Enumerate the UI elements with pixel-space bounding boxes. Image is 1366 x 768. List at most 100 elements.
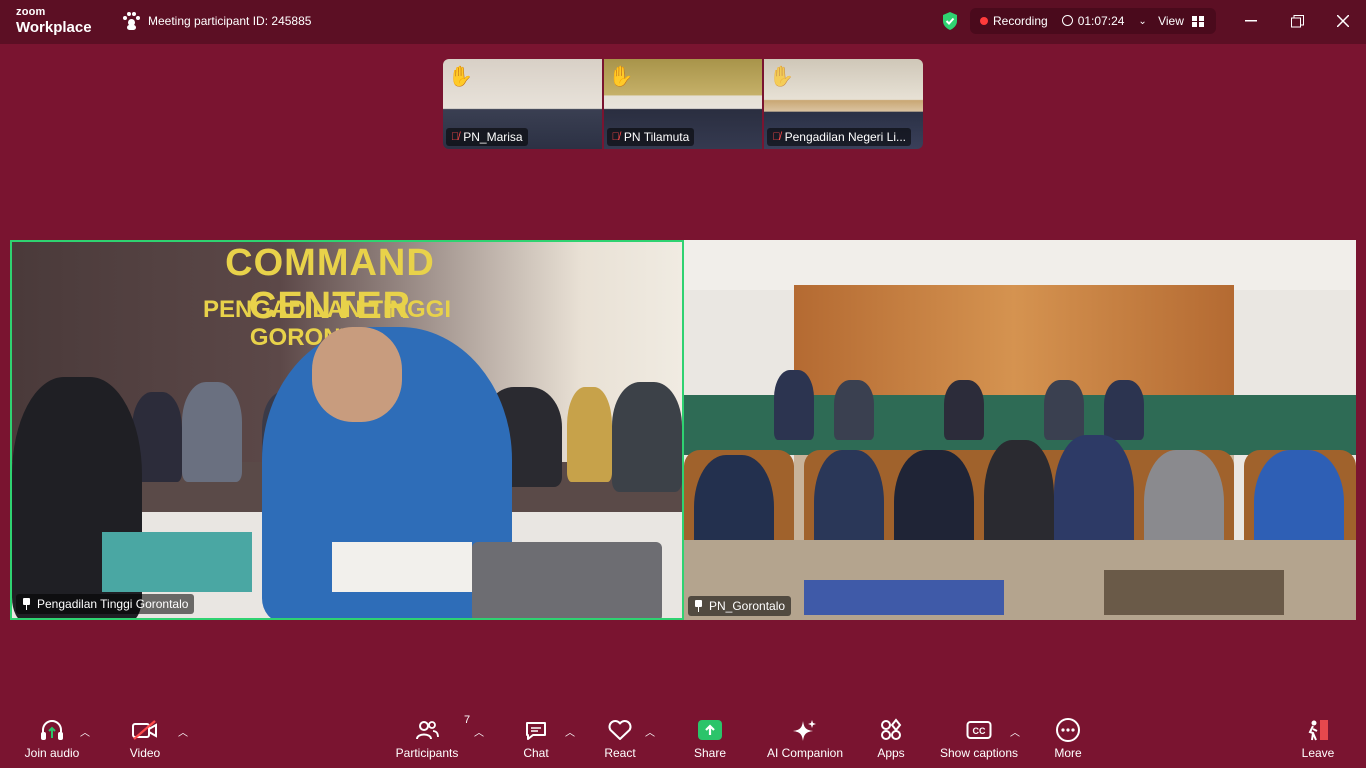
react-options-caret-icon[interactable]: ︿ bbox=[645, 724, 655, 739]
tile-name: Pengadilan Tinggi Gorontalo bbox=[37, 597, 189, 611]
show-captions-label: Show captions bbox=[939, 746, 1019, 760]
participant-thumbnail[interactable]: ✋ 🎙̸ Pengadilan Negeri Li... bbox=[764, 59, 923, 149]
participants-button[interactable]: 7 Participants bbox=[392, 714, 470, 768]
ai-companion-button[interactable]: AI Companion bbox=[764, 716, 846, 768]
zoom-logo: zoom Workplace bbox=[16, 6, 92, 36]
svg-text:CC: CC bbox=[973, 726, 986, 736]
participants-label: Participants bbox=[395, 746, 459, 760]
recording-status[interactable]: Recording 01:07:24 ⌄ bbox=[970, 8, 1157, 34]
participants-icon: 7 bbox=[415, 714, 470, 744]
more-button[interactable]: More bbox=[1048, 716, 1088, 768]
audio-options-caret-icon[interactable]: ︿ bbox=[80, 724, 90, 739]
tissue-box bbox=[102, 532, 252, 592]
leave-label: Leave bbox=[1301, 746, 1335, 760]
clock-icon bbox=[1061, 15, 1073, 26]
attendee-figure bbox=[944, 380, 984, 440]
thumbnail-strip: ✋ 🎙̸ PN_Marisa ✋ 🎙̸ PN Tilamuta ✋ 🎙̸ Pen… bbox=[443, 59, 923, 149]
ai-companion-label: AI Companion bbox=[766, 746, 844, 760]
participant-thumbnail[interactable]: ✋ 🎙̸ PN_Marisa bbox=[443, 59, 602, 149]
share-button[interactable]: Share bbox=[690, 716, 730, 768]
participant-name: Pengadilan Negeri Li... bbox=[784, 130, 907, 144]
tablet bbox=[472, 542, 662, 618]
more-icon bbox=[1055, 716, 1081, 744]
chat-label: Chat bbox=[523, 746, 549, 760]
attendee-figure bbox=[834, 380, 874, 440]
meeting-info[interactable]: Meeting participant ID: 245885 bbox=[122, 12, 311, 30]
headphones-icon bbox=[39, 716, 65, 744]
video-tile[interactable]: PN_Gorontalo bbox=[684, 240, 1356, 620]
title-bar: zoom Workplace Meeting participant ID: 2… bbox=[0, 0, 1366, 44]
brand-small: zoom bbox=[16, 6, 46, 18]
tile-name-tag: Pengadilan Tinggi Gorontalo bbox=[16, 594, 195, 614]
meeting-toolbar: Join audio ︿ Video ︿ 7 Participants ︿ Ch… bbox=[0, 714, 1366, 768]
captions-icon: CC bbox=[966, 716, 992, 744]
participant-thumbnail[interactable]: ✋ 🎙̸ PN Tilamuta bbox=[603, 59, 763, 149]
heart-icon bbox=[607, 716, 633, 744]
close-icon bbox=[1337, 15, 1349, 27]
participant-name-tag: 🎙̸ PN Tilamuta bbox=[606, 128, 695, 146]
encryption-shield-icon[interactable] bbox=[941, 11, 959, 31]
chat-icon bbox=[524, 716, 548, 744]
muted-mic-icon: 🎙̸ bbox=[611, 131, 620, 143]
raised-hand-icon: ✋ bbox=[608, 66, 634, 88]
chat-button[interactable]: Chat bbox=[516, 716, 556, 768]
muted-mic-icon: 🎙̸ bbox=[772, 131, 781, 143]
muted-mic-icon: 🎙̸ bbox=[451, 131, 460, 143]
attendee-figure bbox=[567, 387, 612, 482]
leave-icon bbox=[1305, 716, 1331, 744]
meeting-id-text: Meeting participant ID: 245885 bbox=[148, 14, 312, 28]
grid-view-icon bbox=[1191, 15, 1204, 27]
coffee-table bbox=[1104, 570, 1284, 615]
video-off-icon bbox=[131, 716, 159, 744]
share-icon-wrap bbox=[698, 716, 722, 744]
apps-button[interactable]: Apps bbox=[871, 716, 911, 768]
attendee-figure bbox=[774, 370, 814, 440]
video-tile-active-speaker[interactable]: COMMAND CENTER PENGADILAN TINGGI GORONTA… bbox=[10, 240, 684, 620]
leave-button[interactable]: Leave bbox=[1298, 716, 1338, 768]
video-label: Video bbox=[129, 746, 161, 760]
main-speaker-head bbox=[312, 327, 402, 422]
raised-hand-icon: ✋ bbox=[769, 66, 795, 88]
tile-name-tag: PN_Gorontalo bbox=[688, 596, 792, 616]
wood-panel-wall bbox=[794, 285, 1234, 395]
document-stack bbox=[332, 542, 472, 592]
attendee-figure bbox=[612, 382, 682, 492]
attendee-figure bbox=[182, 382, 242, 482]
ceiling bbox=[684, 240, 1356, 290]
participant-name-tag: 🎙̸ Pengadilan Negeri Li... bbox=[767, 128, 912, 146]
share-label: Share bbox=[693, 746, 727, 760]
brand-big: Workplace bbox=[16, 19, 92, 36]
participants-options-caret-icon[interactable]: ︿ bbox=[474, 724, 484, 739]
show-captions-button[interactable]: CC Show captions bbox=[938, 716, 1020, 768]
minimize-icon bbox=[1245, 20, 1257, 22]
close-button[interactable] bbox=[1332, 10, 1354, 32]
share-screen-icon bbox=[698, 720, 722, 740]
video-button[interactable]: Video bbox=[120, 716, 170, 768]
elapsed-timer: 01:07:24 bbox=[1061, 14, 1125, 28]
chat-options-caret-icon[interactable]: ︿ bbox=[565, 724, 575, 739]
participant-name: PN_Marisa bbox=[463, 130, 523, 144]
attendee-figure bbox=[1044, 380, 1084, 440]
pin-icon bbox=[22, 598, 31, 610]
pin-icon bbox=[694, 600, 703, 612]
join-audio-label: Join audio bbox=[24, 746, 80, 760]
coffee-table bbox=[804, 580, 1004, 615]
participant-name-tag: 🎙̸ PN_Marisa bbox=[446, 128, 528, 146]
minimize-button[interactable] bbox=[1240, 10, 1262, 32]
restore-button[interactable] bbox=[1286, 10, 1308, 32]
video-options-caret-icon[interactable]: ︿ bbox=[178, 724, 188, 739]
recording-label: Recording bbox=[993, 14, 1048, 28]
raised-hand-icon: ✋ bbox=[448, 66, 473, 88]
apps-label: Apps bbox=[877, 746, 905, 760]
tile-name: PN_Gorontalo bbox=[709, 599, 786, 613]
react-button[interactable]: React bbox=[600, 716, 640, 768]
meeting-info-icon bbox=[122, 12, 140, 30]
elapsed-time: 01:07:24 bbox=[1077, 14, 1125, 28]
sparkle-icon bbox=[792, 716, 818, 744]
attendee-figure bbox=[1104, 380, 1144, 440]
join-audio-button[interactable]: Join audio bbox=[22, 716, 82, 768]
captions-options-caret-icon[interactable]: ︿ bbox=[1010, 724, 1020, 739]
recording-indicator: Recording bbox=[980, 14, 1048, 28]
more-label: More bbox=[1054, 746, 1082, 760]
view-button[interactable]: View bbox=[1146, 8, 1216, 34]
